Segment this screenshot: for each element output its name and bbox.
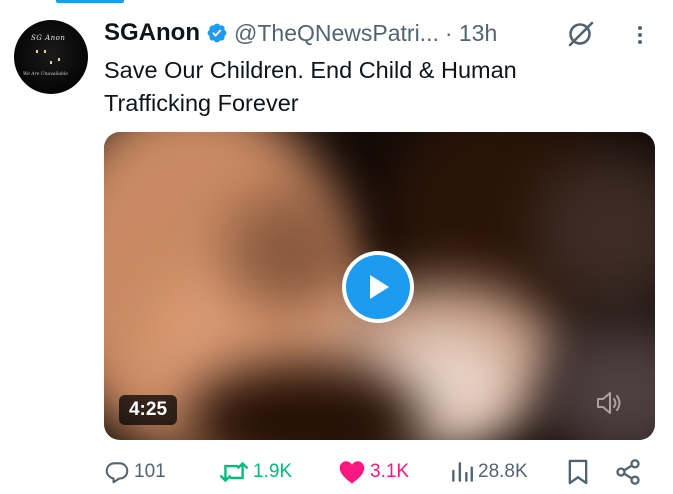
like-button[interactable]: 3.1K <box>338 455 409 489</box>
reply-icon <box>105 462 129 484</box>
grok-icon[interactable] <box>566 19 596 49</box>
reply-count: 101 <box>134 461 166 482</box>
video-frame-blur <box>224 192 354 312</box>
timestamp[interactable]: · 13h <box>445 20 497 47</box>
avatar-window-light <box>50 61 52 64</box>
tweet-header: SGAnon @TheQNewsPatri... · 13h <box>104 18 497 48</box>
share-icon <box>616 459 640 485</box>
tweet-text: Save Our Children. End Child & Human Tra… <box>104 57 517 116</box>
bookmark-button[interactable] <box>566 455 590 489</box>
reply-button[interactable]: 101 <box>104 455 166 489</box>
avatar-window-light <box>36 50 38 53</box>
tab-indicator <box>56 0 124 3</box>
like-count: 3.1K <box>370 461 410 482</box>
more-options-icon[interactable] <box>628 22 652 48</box>
display-name[interactable]: SGAnon <box>104 19 200 47</box>
user-handle[interactable]: @TheQNewsPatri... <box>234 20 439 47</box>
play-icon <box>370 275 389 299</box>
volume-muted-icon[interactable] <box>594 389 624 417</box>
repost-icon <box>219 462 249 482</box>
avatar-window-light <box>44 50 46 53</box>
avatar-subtitle: We Are Unavailable <box>23 72 68 77</box>
action-bar: 101 1.9K 3.1K 28.8K <box>104 455 655 489</box>
views-count: 28.8K <box>478 461 528 482</box>
heart-icon <box>339 461 365 484</box>
bookmark-icon <box>568 459 588 485</box>
verified-badge-icon <box>207 23 227 43</box>
share-button[interactable] <box>614 455 642 489</box>
video-duration: 4:25 <box>119 395 177 425</box>
avatar-title: SG Anon <box>31 34 66 42</box>
play-button[interactable] <box>342 251 414 323</box>
avatar-window-light <box>58 58 60 61</box>
views-button[interactable]: 28.8K <box>450 455 528 489</box>
repost-count: 1.9K <box>253 461 293 482</box>
repost-button[interactable]: 1.9K <box>219 455 292 489</box>
avatar[interactable]: SG Anon We Are Unavailable <box>14 20 88 94</box>
views-chart-icon <box>452 462 473 482</box>
